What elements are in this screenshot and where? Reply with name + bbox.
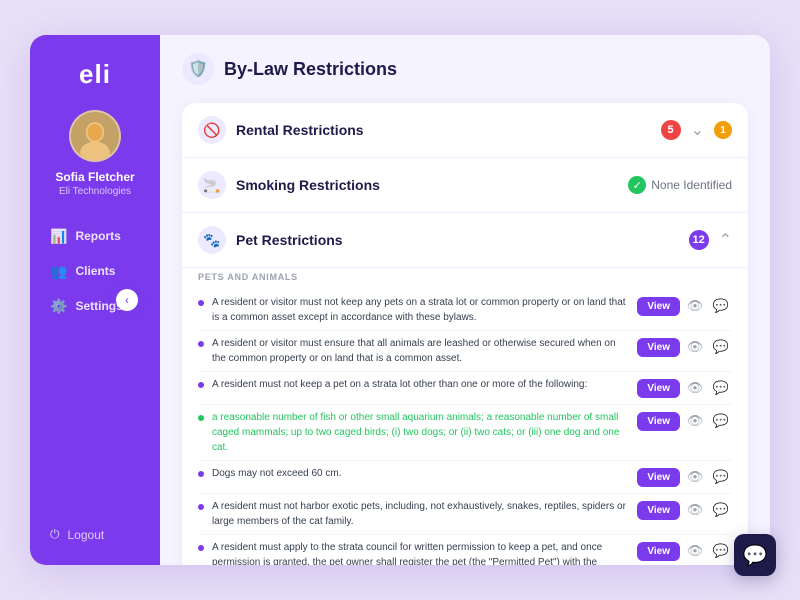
view-button-2[interactable]: View [637,379,680,398]
sidebar-username: Sofia Fletcher [55,170,134,186]
rental-restrictions-title: Rental Restrictions [236,122,651,138]
check-circle-icon: ✓ [628,176,646,194]
pet-icon: 🐾 [198,226,226,254]
clients-icon: 👥 [50,263,67,280]
eye-icon-3[interactable]: 👁 [684,410,706,432]
pet-restrictions-row[interactable]: 🐾 Pet Restrictions 12 ⌃ [182,213,748,268]
eye-icon-1[interactable]: 👁 [684,336,706,358]
pet-rule-row: a reasonable number of fish or other sma… [198,405,732,461]
main-content: 🛡️ By-Law Restrictions 🚫 Rental Restrict… [160,35,770,565]
pet-badge: 12 [689,230,709,250]
bullet-icon [198,341,204,347]
pet-rule-actions: View 👁 💬 [637,377,732,399]
rental-icon: 🚫 [198,116,226,144]
pet-rule-actions: View 👁 💬 [637,410,732,432]
sidebar-collapse-button[interactable]: ‹ [116,289,138,311]
smoking-restrictions-title: Smoking Restrictions [236,177,618,193]
bullet-icon [198,504,204,510]
page-title: By-Law Restrictions [224,59,397,80]
pet-rule-text: A resident must not harbor exotic pets, … [212,499,629,529]
pet-rule-text: Dogs may not exceed 60 cm. [212,466,629,481]
view-button-5[interactable]: View [637,501,680,520]
pet-rule-actions: View 👁 💬 [637,540,732,562]
logout-button[interactable]: ⏻ Logout [40,520,150,549]
bullet-icon [198,545,204,551]
avatar [69,110,121,162]
pet-rule-row: A resident or visitor must not keep any … [198,290,732,331]
pet-rule-actions: View 👁 💬 [637,336,732,358]
pet-rule-row: A resident must not keep a pet on a stra… [198,372,732,405]
pet-rule-row: A resident must apply to the strata coun… [198,535,732,565]
pet-restrictions-title: Pet Restrictions [236,232,679,248]
pet-rule-text: A resident or visitor must not keep any … [212,295,629,325]
sidebar-nav: 📊 Reports 👥 Clients ⚙️ Settings [30,221,160,520]
sidebar: eli Sofia Fletcher Eli Technologies 📊 Re… [30,35,160,565]
pet-rule-text: A resident must not keep a pet on a stra… [212,377,629,392]
view-button-0[interactable]: View [637,297,680,316]
bullet-icon [198,471,204,477]
comment-icon-5[interactable]: 💬 [710,499,732,521]
pet-rule-actions: View 👁 💬 [637,295,732,317]
logout-label: Logout [68,528,105,542]
rental-chevron-down-icon: ⌄ [691,120,704,140]
bullet-icon [198,300,204,306]
eye-icon-0[interactable]: 👁 [684,295,706,317]
comment-icon-2[interactable]: 💬 [710,377,732,399]
sidebar-company: Eli Technologies [59,186,131,197]
none-identified-label: None Identified [651,178,732,192]
logout-icon: ⏻ [50,527,60,542]
eye-icon-2[interactable]: 👁 [684,377,706,399]
view-button-1[interactable]: View [637,338,680,357]
rental-badge: 5 [661,120,681,140]
pet-rule-row: A resident or visitor must ensure that a… [198,331,732,372]
pet-rule-text: A resident must apply to the strata coun… [212,540,629,565]
eye-icon-4[interactable]: 👁 [684,466,706,488]
pet-rule-row: Dogs may not exceed 60 cm. View 👁 💬 [198,461,732,494]
comment-icon-4[interactable]: 💬 [710,466,732,488]
smoking-restrictions-row[interactable]: 🚬 Smoking Restrictions ✓ None Identified [182,158,748,213]
view-button-4[interactable]: View [637,468,680,487]
comment-icon-1[interactable]: 💬 [710,336,732,358]
none-identified-status: ✓ None Identified [628,176,732,194]
comment-icon-6[interactable]: 💬 [710,540,732,562]
pet-rule-text: A resident or visitor must ensure that a… [212,336,629,366]
settings-icon: ⚙️ [50,298,67,315]
outer-background: eli Sofia Fletcher Eli Technologies 📊 Re… [0,0,800,600]
bullet-icon [198,415,204,421]
pet-rule-row: A resident must not harbor exotic pets, … [198,494,732,535]
chat-fab-button[interactable]: 💬 [734,534,776,576]
smoking-icon: 🚬 [198,171,226,199]
sidebar-item-clients[interactable]: 👥 Clients [40,256,150,287]
chat-fab-icon: 💬 [743,543,768,568]
bullet-icon [198,382,204,388]
shield-icon: 🛡️ [188,59,208,79]
comment-icon-3[interactable]: 💬 [710,410,732,432]
comment-icon-0[interactable]: 💬 [710,295,732,317]
pet-expanded-content: PETS AND ANIMALS A resident or visitor m… [182,268,748,565]
rental-restrictions-row[interactable]: 🚫 Rental Restrictions 5 ⌄ 1 [182,103,748,158]
sidebar-item-reports[interactable]: 📊 Reports [40,221,150,252]
rental-notification-badge: 1 [714,121,732,139]
app-container: eli Sofia Fletcher Eli Technologies 📊 Re… [30,35,770,565]
page-header-icon: 🛡️ [182,53,214,85]
sidebar-logo: eli [79,59,111,90]
section-card: 🚫 Rental Restrictions 5 ⌄ 1 🚬 Smoking Re… [182,103,748,565]
reports-icon: 📊 [50,228,67,245]
pet-chevron-up-icon: ⌃ [719,230,732,250]
eye-icon-5[interactable]: 👁 [684,499,706,521]
pet-rule-actions: View 👁 💬 [637,499,732,521]
sidebar-item-reports-label: Reports [75,229,120,243]
pet-rule-actions: View 👁 💬 [637,466,732,488]
sidebar-item-clients-label: Clients [75,264,115,278]
view-button-6[interactable]: View [637,542,680,561]
pet-sub-header: PETS AND ANIMALS [198,268,732,282]
eye-icon-6[interactable]: 👁 [684,540,706,562]
page-header: 🛡️ By-Law Restrictions [182,53,748,85]
pet-rule-text: a reasonable number of fish or other sma… [212,410,629,455]
view-button-3[interactable]: View [637,412,680,431]
